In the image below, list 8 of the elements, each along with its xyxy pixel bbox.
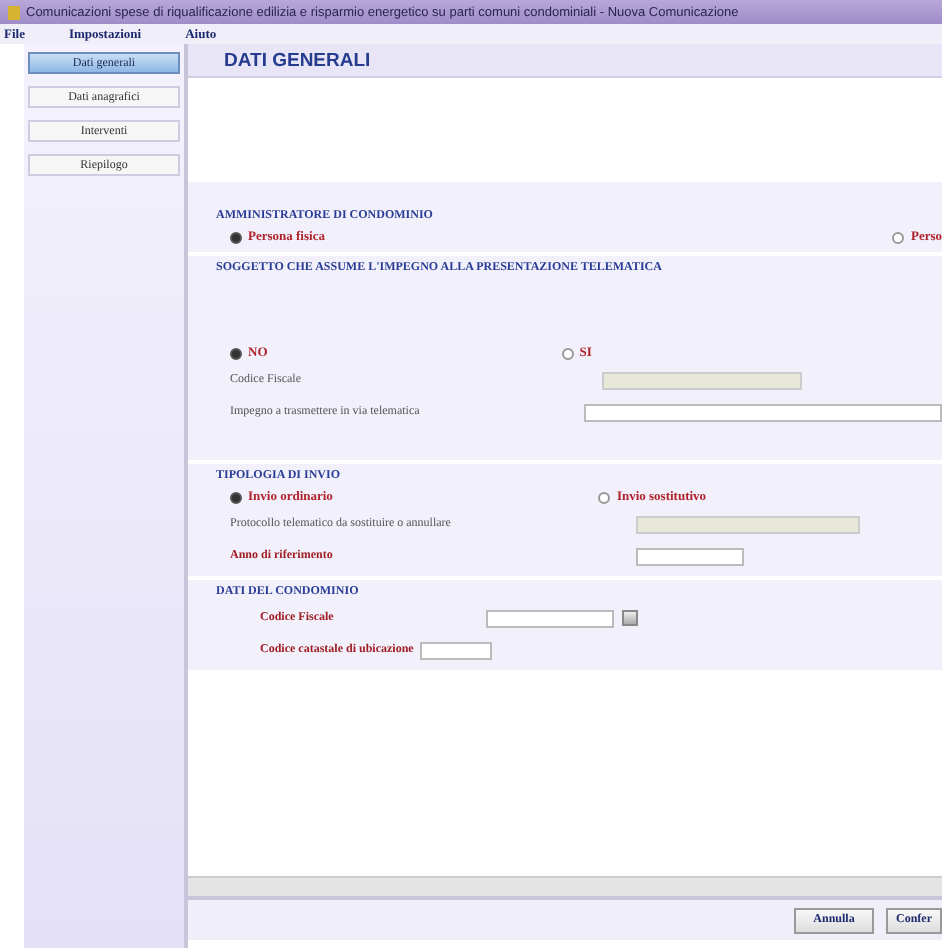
app-icon	[8, 5, 20, 19]
page-title: DATI GENERALI	[224, 49, 371, 71]
input-field[interactable]	[584, 403, 942, 421]
input-field[interactable]	[419, 641, 492, 659]
lookup-button[interactable]	[622, 610, 638, 626]
input-field[interactable]	[486, 609, 614, 627]
input-field[interactable]	[636, 547, 744, 565]
horizontal-scrollbar[interactable]	[188, 876, 942, 896]
